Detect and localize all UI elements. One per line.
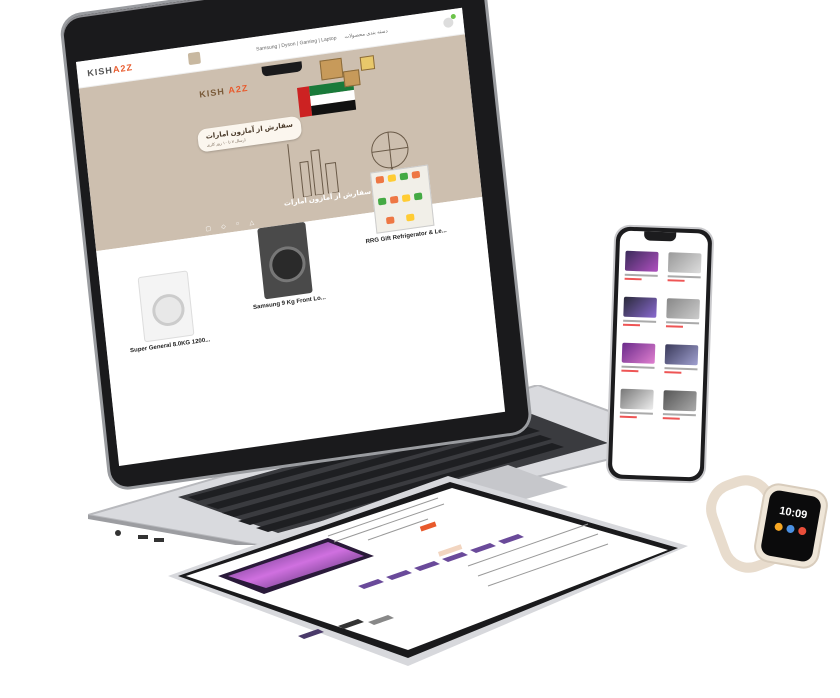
- list-item[interactable]: [665, 298, 700, 335]
- cart-icon[interactable]: [442, 13, 457, 29]
- watch-case: 10:09: [753, 483, 829, 569]
- list-item[interactable]: [667, 252, 702, 289]
- logo-accent: A2Z: [112, 62, 134, 75]
- site-logo[interactable]: KISHA2Z: [87, 62, 134, 78]
- list-item[interactable]: [624, 250, 659, 288]
- smartwatch: 10:09: [697, 466, 830, 582]
- product-card[interactable]: Samsung 9 Kg Front Lo...: [236, 219, 335, 312]
- laptop: KISHA2Z Samsung | Dyson | Gaming | Lapto…: [62, 0, 531, 496]
- product-card[interactable]: RRG Gift Refrigerator & Le...: [354, 162, 452, 246]
- list-item[interactable]: [622, 296, 657, 334]
- fridge-image: [369, 164, 435, 234]
- nav-link-brands[interactable]: Samsung | Dyson | Gaming | Laptop: [256, 35, 337, 52]
- search-button[interactable]: [187, 51, 202, 66]
- phone-notch: [643, 231, 677, 242]
- watch-time: 10:09: [778, 504, 809, 522]
- category-icon[interactable]: △: [249, 219, 254, 227]
- category-icon[interactable]: ▢: [205, 225, 211, 233]
- hero-brand-text: KISH: [198, 86, 226, 100]
- laptop-display: KISHA2Z Samsung | Dyson | Gaming | Lapto…: [76, 7, 506, 466]
- washing-machine-image: [137, 270, 195, 343]
- hero-brand: KISH A2Z: [199, 83, 249, 100]
- package-icon: [319, 57, 344, 81]
- complication-icon: [774, 522, 784, 532]
- list-item[interactable]: [621, 342, 656, 380]
- list-item[interactable]: [664, 344, 699, 381]
- phone-screen: [611, 230, 709, 478]
- product-name: Samsung 9 Kg Front Lo...: [252, 294, 327, 312]
- washing-machine-image: [257, 221, 313, 300]
- complication-icon: [785, 524, 796, 534]
- phone-product-grid: [619, 250, 702, 428]
- list-item[interactable]: [619, 388, 654, 426]
- list-item[interactable]: [662, 390, 697, 427]
- nav-link-categories[interactable]: دسته بندی محصولات: [344, 28, 388, 40]
- tablet-device: [168, 476, 688, 666]
- logo-text: KISH: [86, 64, 114, 79]
- watch-face: 10:09: [759, 488, 823, 564]
- package-icon: [359, 55, 376, 71]
- category-icon[interactable]: ◇: [221, 223, 226, 231]
- category-icon[interactable]: ○: [235, 221, 239, 228]
- tablet: [168, 476, 688, 676]
- complication-icon: [797, 526, 807, 536]
- cart-badge: [450, 13, 457, 20]
- product-card[interactable]: Super General 8.0KG 1200...: [118, 268, 216, 356]
- package-icon: [342, 69, 361, 88]
- product-name: RRG Gift Refrigerator & Le...: [365, 227, 448, 246]
- hero-brand-accent: A2Z: [227, 82, 249, 96]
- phone: [607, 226, 713, 482]
- product-name: Super General 8.0KG 1200...: [129, 337, 211, 355]
